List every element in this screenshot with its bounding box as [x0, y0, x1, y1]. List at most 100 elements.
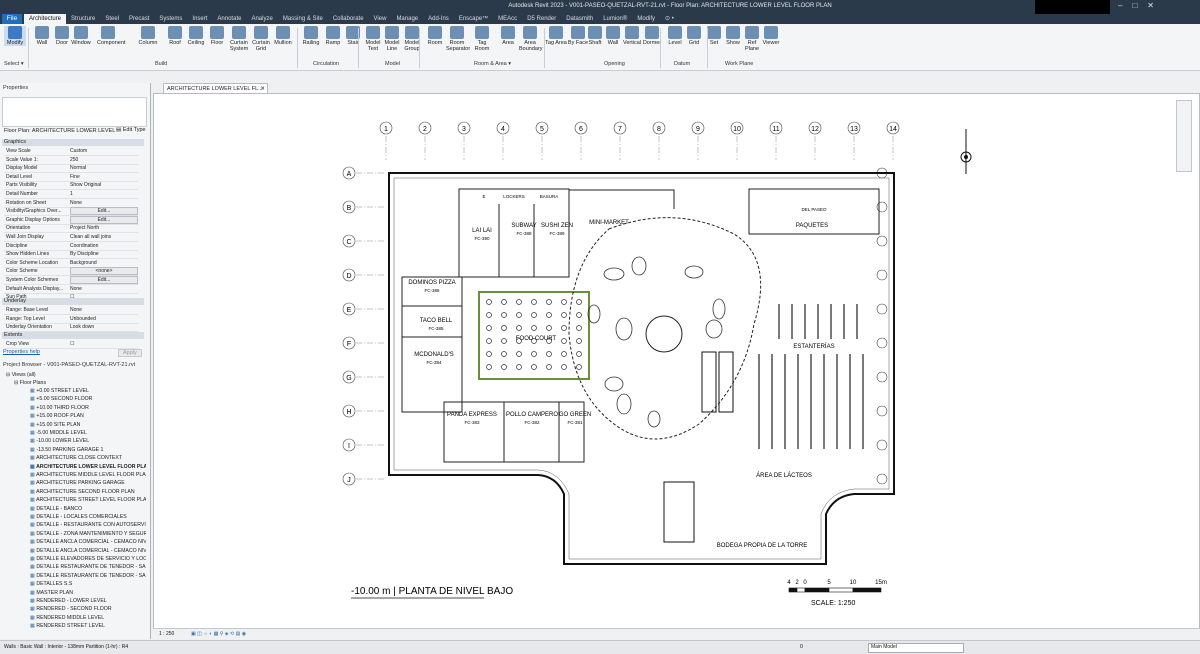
ribbon-tab[interactable]: Add-Ins — [423, 14, 454, 24]
panel-label[interactable]: Room & Area ▾ — [474, 61, 511, 67]
floor-plan-item[interactable]: ▦ -13.50 PARKING GARAGE 1 — [30, 446, 146, 454]
tool-area-boundary-button[interactable]: Area Boundary — [519, 26, 543, 52]
panel-label[interactable]: Model — [385, 61, 400, 67]
ribbon-tab[interactable]: Lumion® — [598, 14, 632, 24]
tool-mullion-button[interactable]: Mullion — [272, 26, 294, 46]
ribbon-tab[interactable]: Precast — [124, 14, 154, 24]
ribbon-tab[interactable]: Manage — [391, 14, 423, 24]
tool-room-separator-button[interactable]: Room Separator — [446, 26, 470, 52]
floor-plan-item[interactable]: ▦ DETALLE - LOCALES COMERCIALES — [30, 513, 146, 521]
ribbon-tab[interactable]: Massing & Site — [278, 14, 328, 24]
property-value[interactable]: <none> — [70, 267, 138, 276]
tool-grid-button[interactable]: Grid — [683, 26, 705, 46]
property-value[interactable]: Project North — [70, 224, 99, 232]
property-value[interactable]: Look down — [70, 323, 94, 331]
floor-plan-item[interactable]: ▦ RENDERED STREET LEVEL — [30, 622, 146, 630]
minimize-button[interactable]: – — [1118, 1, 1122, 10]
section-graphics[interactable]: Graphics — [2, 139, 144, 146]
floor-plan-item[interactable]: ▦ -10.00 LOWER LEVEL — [30, 437, 146, 445]
ribbon-tab[interactable]: Modify — [632, 14, 660, 24]
file-tab[interactable]: File — [2, 14, 22, 24]
floor-plan-item[interactable]: ▦ DETALLE RESTAURANTE DE TENEDOR - SAN M… — [30, 572, 146, 580]
tool-roof-button[interactable]: Roof — [164, 26, 186, 46]
floor-plan-item[interactable]: ▦ ARCHITECTURE LOWER LEVEL FLOOR PLAN — [30, 463, 146, 471]
tool-room-button[interactable]: Room — [424, 26, 446, 46]
property-value[interactable]: None — [70, 306, 82, 314]
property-value[interactable]: Show Original — [70, 181, 101, 189]
floor-plan-item[interactable]: ▦ DETALLE - BANCO — [30, 505, 146, 513]
panel-label[interactable]: Opening — [604, 61, 625, 67]
tool-floor-button[interactable]: Floor — [206, 26, 228, 46]
tool-curtain-system-button[interactable]: Curtain System — [228, 26, 250, 52]
views-root[interactable]: ⊟ Views (all) — [6, 371, 36, 379]
close-button[interactable]: ✕ — [1147, 1, 1154, 10]
floor-plan-item[interactable]: ▦ DETALLES S.S — [30, 580, 146, 588]
floor-plan-item[interactable]: ▦ +5.00 SECOND FLOOR — [30, 395, 146, 403]
view-scale-control[interactable]: 1 : 250 — [159, 631, 174, 637]
maximize-button[interactable]: □ — [1132, 1, 1137, 10]
ribbon-tab[interactable]: Analyze — [246, 14, 277, 24]
view-control-icons[interactable]: ▣ ◫ ☼ ◐ ▦ ⚲ ◈ ⟲ ▤ ◉ — [191, 631, 246, 637]
property-value[interactable]: Custom — [70, 147, 87, 155]
tool-stair-button[interactable]: Stair — [342, 26, 364, 46]
floor-plan-item[interactable]: ▦ DETALLE ELEVADORES DE SERVICIO Y LOCAL… — [30, 555, 146, 563]
floor-plan-item[interactable]: ▦ ARCHITECTURE CLOSE CONTEXT — [30, 454, 146, 462]
floor-plan-item[interactable]: ▦ RENDERED MIDDLE LEVEL — [30, 614, 146, 622]
tool-wall-button[interactable]: Wall — [31, 26, 53, 46]
ribbon-tab[interactable]: Enscape™ — [454, 14, 493, 24]
property-value[interactable]: Normal — [70, 164, 86, 172]
floor-plan-item[interactable]: ▦ -5.00 MIDDLE LEVEL — [30, 429, 146, 437]
tool-area-button[interactable]: Area — [497, 26, 519, 46]
floor-plan-item[interactable]: ▦ DETALLE - RESTAURANTE CON AUTOSERVICIO — [30, 521, 146, 529]
panel-label[interactable]: Work Plane — [725, 61, 753, 67]
tool-ramp-button[interactable]: Ramp — [322, 26, 344, 46]
ribbon-tab[interactable]: Insert — [187, 14, 212, 24]
floor-plan-item[interactable]: ▦ +15.00 ROOF PLAN — [30, 412, 146, 420]
active-model-dropdown[interactable]: Main Model — [868, 643, 964, 653]
property-value[interactable]: Fine — [70, 173, 80, 181]
floor-plan-item[interactable]: ▦ ARCHITECTURE PARKING GARAGE — [30, 479, 146, 487]
tool-component-button[interactable]: Component — [97, 26, 125, 46]
tool-column-button[interactable]: Column — [137, 26, 159, 46]
property-value[interactable]: Unbounded — [70, 315, 96, 323]
properties-help-link[interactable]: Properties help — [3, 349, 40, 355]
floor-plan-item[interactable]: ▦ +0.00 STREET LEVEL — [30, 387, 146, 395]
property-value[interactable]: Edit... — [70, 276, 138, 284]
edit-type-button[interactable]: ▤ Edit Type — [116, 127, 146, 133]
property-row[interactable]: Underlay Orientation Look down — [4, 323, 138, 333]
floor-plans-node[interactable]: ⊟ Floor Plans — [14, 379, 46, 387]
property-value[interactable]: 250 — [70, 156, 78, 164]
tool-viewer-button[interactable]: Viewer — [760, 26, 782, 46]
floor-plan-item[interactable]: ▦ RENDERED - LOWER LEVEL — [30, 597, 146, 605]
tool-vertical-button[interactable]: Vertical — [621, 26, 643, 46]
tool-tag-room-button[interactable]: Tag Room — [471, 26, 493, 52]
tool-window-button[interactable]: Window — [70, 26, 92, 46]
property-value[interactable]: Edit... — [70, 215, 138, 224]
floor-plan-item[interactable]: ▦ DETALLE - ZONA MANTENIMIENTO Y SEGURID… — [30, 530, 146, 538]
floor-plan-item[interactable]: ▦ MASTER PLAN — [30, 589, 146, 597]
tool-modify-button[interactable]: Modify — [4, 26, 26, 46]
ribbon-tab[interactable]: Datasmith — [561, 14, 598, 24]
property-checkbox[interactable]: ☐ — [70, 340, 74, 348]
tool-ceiling-button[interactable]: Ceiling — [185, 26, 207, 46]
panel-label[interactable]: Datum — [674, 61, 690, 67]
type-selector[interactable]: Floor Plan: ARCHITECTURE LOWER LEVEL — [4, 128, 115, 134]
apply-button[interactable]: Apply — [118, 349, 142, 357]
ribbon-tab[interactable]: Steel — [100, 14, 124, 24]
ribbon-tab[interactable]: Systems — [154, 14, 187, 24]
tool-railing-button[interactable]: Railing — [300, 26, 322, 46]
ribbon-tab[interactable]: Collaborate — [328, 14, 369, 24]
ribbon-tab[interactable]: Annotate — [212, 14, 246, 24]
floor-plan-item[interactable]: ▦ RENDERED - SECOND FLOOR — [30, 605, 146, 613]
ribbon-tab[interactable]: Structure — [66, 14, 100, 24]
tool-model-line-button[interactable]: Model Line — [381, 26, 403, 52]
ribbon-tab[interactable]: View — [369, 14, 392, 24]
panel-label[interactable]: Build — [155, 61, 167, 67]
property-value[interactable]: Coordination — [70, 242, 98, 250]
floor-plan-item[interactable]: ▦ ARCHITECTURE MIDDLE LEVEL FLOOR PLAN — [30, 471, 146, 479]
floor-plan-item[interactable]: ▦ DETALLE ANCLA COMERCIAL - CEMACO NIVEL… — [30, 547, 146, 555]
floor-plan-item[interactable]: ▦ +10.00 THIRD FLOOR — [30, 404, 146, 412]
tool-tag-area-button[interactable]: Tag Area — [545, 26, 567, 46]
floor-plan-item[interactable]: ▦ +15.00 SITE PLAN — [30, 421, 146, 429]
section-underlay[interactable]: Underlay — [2, 298, 144, 305]
